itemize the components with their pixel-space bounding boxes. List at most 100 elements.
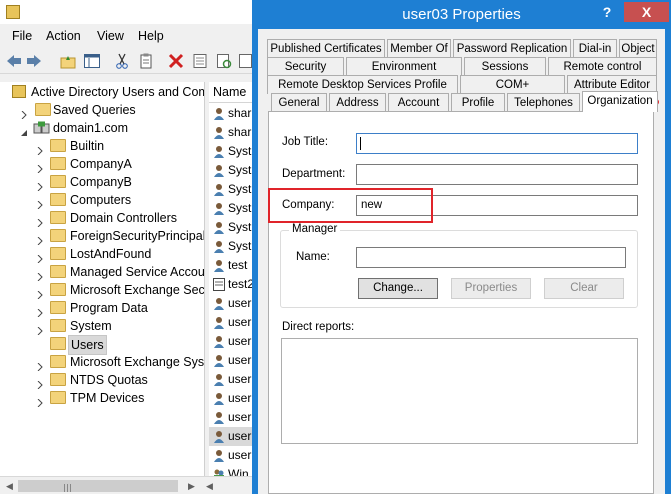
tab-object[interactable]: Object xyxy=(619,39,657,58)
list-item[interactable]: user xyxy=(209,446,252,465)
expand-chevron-icon[interactable] xyxy=(20,106,28,120)
tab-sessions[interactable]: Sessions xyxy=(464,57,546,76)
expand-chevron-icon[interactable] xyxy=(36,358,44,372)
list-item[interactable]: test2 xyxy=(209,275,252,294)
tree-item-label: Domain Controllers xyxy=(70,211,177,225)
list-item[interactable]: user xyxy=(209,351,252,370)
clipboard-icon[interactable] xyxy=(136,51,156,71)
tab-com-plus[interactable]: COM+ xyxy=(460,75,565,94)
help-button[interactable]: ? xyxy=(595,2,619,22)
list-item[interactable]: user xyxy=(209,408,252,427)
user-icon xyxy=(213,164,225,177)
user-icon xyxy=(213,316,225,329)
tab-security[interactable]: Security xyxy=(267,57,344,76)
list-item[interactable]: Win xyxy=(209,465,252,476)
tab-remote-control[interactable]: Remote control xyxy=(548,57,657,76)
job-title-label: Job Title: xyxy=(282,136,329,148)
tab-published-certificates[interactable]: Published Certificates xyxy=(267,39,385,58)
user-icon xyxy=(213,335,225,348)
tab-profile[interactable]: Profile xyxy=(451,93,505,112)
list-item[interactable]: user xyxy=(209,370,252,389)
up-folder-icon[interactable] xyxy=(58,51,78,71)
refresh-icon[interactable] xyxy=(214,51,234,71)
list-item[interactable]: Syst xyxy=(209,161,252,180)
tree-item-label: Builtin xyxy=(70,139,105,153)
properties-icon[interactable] xyxy=(190,51,210,71)
expand-chevron-icon[interactable] xyxy=(36,394,44,408)
change-button[interactable]: Change... xyxy=(358,278,438,299)
list-item[interactable]: user xyxy=(209,294,252,313)
department-label: Department: xyxy=(282,168,346,180)
menu-file[interactable]: File xyxy=(12,29,32,43)
list-item-label: test2 xyxy=(228,277,252,291)
list-item-label: Win xyxy=(228,467,249,476)
horizontal-scrollbar[interactable]: ◀ ▶ ◀ xyxy=(0,476,252,494)
tab-general[interactable]: General xyxy=(271,93,327,112)
menu-help[interactable]: Help xyxy=(138,29,164,43)
scroll-grip xyxy=(67,484,68,492)
properties-dialog: user03 Properties ? X Published Certific… xyxy=(252,0,671,494)
menu-action[interactable]: Action xyxy=(46,29,81,43)
direct-reports-label: Direct reports: xyxy=(282,321,355,333)
expand-chevron-icon[interactable] xyxy=(36,196,44,210)
tab-address[interactable]: Address xyxy=(329,93,386,112)
tab-member-of[interactable]: Member Of xyxy=(387,39,451,58)
list-item[interactable]: test xyxy=(209,256,252,275)
tab-password-replication[interactable]: Password Replication xyxy=(453,39,571,58)
job-title-field[interactable] xyxy=(356,133,638,154)
expand-chevron-icon[interactable] xyxy=(36,178,44,192)
list-item[interactable]: user xyxy=(209,313,252,332)
folder-icon xyxy=(50,337,66,350)
list-item[interactable]: user xyxy=(209,332,252,351)
expand-chevron-icon[interactable] xyxy=(36,286,44,300)
column-header-name[interactable]: Name xyxy=(209,82,252,103)
list-item[interactable]: Syst xyxy=(209,218,252,237)
expand-chevron-icon[interactable] xyxy=(36,232,44,246)
expand-chevron-icon[interactable] xyxy=(36,214,44,228)
manager-properties-button[interactable]: Properties xyxy=(451,278,531,299)
tab-dial-in[interactable]: Dial-in xyxy=(573,39,617,58)
list-item[interactable]: Syst xyxy=(209,180,252,199)
list-item[interactable]: Syst xyxy=(209,237,252,256)
toolbar xyxy=(0,48,252,74)
scroll-left-arrow-icon[interactable]: ◀ xyxy=(206,481,213,492)
expand-chevron-icon[interactable] xyxy=(36,250,44,264)
show-console-tree-icon[interactable] xyxy=(82,51,102,71)
list-item[interactable]: Syst xyxy=(209,199,252,218)
expand-chevron-icon[interactable] xyxy=(36,376,44,390)
aduc-window: File Action View Help Active Directory U… xyxy=(0,0,252,494)
expand-chevron-icon[interactable] xyxy=(36,322,44,336)
delete-icon[interactable] xyxy=(166,51,186,71)
list-item[interactable]: shar xyxy=(209,104,252,123)
forward-arrow-icon[interactable] xyxy=(24,51,44,71)
cut-icon[interactable] xyxy=(112,51,132,71)
expand-chevron-icon[interactable] xyxy=(36,304,44,318)
scroll-right-arrow-icon[interactable]: ▶ xyxy=(188,481,195,492)
tree-item-label: CompanyA xyxy=(70,157,132,171)
direct-reports-list[interactable] xyxy=(281,338,638,444)
tab-organization[interactable]: Organization xyxy=(582,91,658,112)
list-item[interactable]: Syst xyxy=(209,142,252,161)
scroll-left-arrow-icon[interactable]: ◀ xyxy=(6,481,13,492)
collapse-chevron-icon[interactable] xyxy=(20,124,28,136)
tab-account[interactable]: Account xyxy=(388,93,449,112)
expand-chevron-icon[interactable] xyxy=(36,160,44,174)
menu-view[interactable]: View xyxy=(97,29,124,43)
list-item[interactable]: shar xyxy=(209,123,252,142)
expand-chevron-icon[interactable] xyxy=(36,268,44,282)
back-arrow-icon[interactable] xyxy=(4,51,24,71)
scrollbar-thumb[interactable] xyxy=(18,480,178,492)
tab-environment[interactable]: Environment xyxy=(346,57,462,76)
clear-button[interactable]: Clear xyxy=(544,278,624,299)
company-highlight-box xyxy=(268,188,433,223)
expand-chevron-icon[interactable] xyxy=(36,142,44,156)
list-item[interactable]: user xyxy=(209,389,252,408)
folder-icon xyxy=(50,265,66,278)
manager-name-field[interactable] xyxy=(356,247,626,268)
department-field[interactable] xyxy=(356,164,638,185)
tab-remote-desktop-services-profile[interactable]: Remote Desktop Services Profile xyxy=(267,75,458,94)
close-button[interactable]: X xyxy=(624,2,669,22)
list-item[interactable]: user xyxy=(209,427,252,446)
list-item-label: user xyxy=(228,296,252,310)
tab-telephones[interactable]: Telephones xyxy=(507,93,580,112)
